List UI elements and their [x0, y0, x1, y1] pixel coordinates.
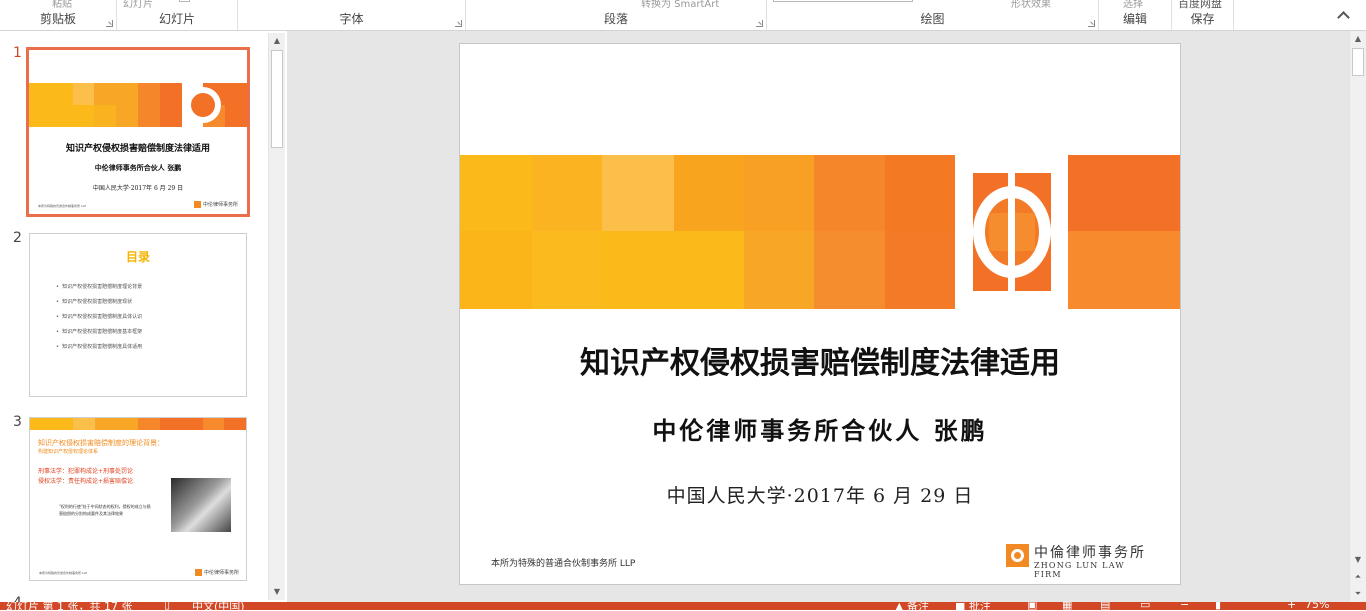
- language-indicator[interactable]: 中文(中国): [192, 602, 245, 610]
- slide-thumbnail-3[interactable]: 知识产权侵权损害赔偿制度的理论背景： 构建知识产权侵权理论体系 刑事法学：犯罪构…: [29, 417, 247, 581]
- ribbon-group-label: 编辑: [1122, 12, 1147, 26]
- scrollbar-thumb[interactable]: [1352, 48, 1364, 76]
- previous-slide-icon[interactable]: ⏶: [1350, 569, 1366, 585]
- scroll-down-icon[interactable]: ▼: [269, 584, 285, 600]
- list-item: • 知识产权侵权损害赔偿制度理论背景: [56, 284, 143, 290]
- ribbon-group-paragraph: 转换为 SmartArt 段落: [466, 0, 767, 30]
- thumb-footer: 本所为特殊的普通合伙制事务所 LLP: [39, 571, 88, 575]
- scroll-down-icon[interactable]: ▼: [1350, 552, 1366, 568]
- new-slide-label[interactable]: 幻灯片: [123, 0, 153, 10]
- paragraph-launcher-icon[interactable]: [756, 20, 763, 27]
- ribbon-group-clipboard: 粘贴 剪贴板: [0, 0, 117, 30]
- list-item: • 知识产权侵权损害赔偿制度具体适用: [56, 344, 143, 350]
- ribbon-group-label: 绘图: [920, 12, 945, 26]
- title-banner: [460, 155, 1180, 309]
- thumb-heading: 知识产权侵权损害赔偿制度的理论背景：: [38, 439, 164, 447]
- slide-sorter-icon[interactable]: ▦: [1062, 602, 1072, 610]
- thumb-footer: 本所为特殊的普通合伙制事务所 LLP: [38, 204, 87, 208]
- slideshow-icon[interactable]: ▭: [1140, 602, 1150, 610]
- editor-scrollbar[interactable]: ▲ ▼ ⏶ ⏷: [1349, 31, 1366, 602]
- thumb-firm-logo-icon: [195, 569, 202, 576]
- ribbon-group-label: 保存: [1190, 12, 1215, 26]
- current-slide[interactable]: 知识产权侵权损害赔偿制度法律适用 中伦律师事务所合伙人 张鹏 中国人民大学·20…: [459, 43, 1181, 585]
- slide-number: 3: [13, 414, 22, 430]
- thumb-title: 知识产权侵权损害赔偿制度法律适用: [65, 144, 210, 154]
- zoom-slider[interactable]: ▮: [1215, 602, 1221, 610]
- ribbon-group-editing: 选择 编辑: [1099, 0, 1172, 30]
- scroll-up-icon[interactable]: ▲: [1350, 31, 1366, 47]
- slide-title[interactable]: 知识产权侵权损害赔偿制度法律适用: [460, 338, 1180, 382]
- ribbon-group-label: 段落: [603, 12, 628, 26]
- slide-number: 2: [13, 230, 22, 246]
- thumbnail-scrollbar[interactable]: ▲ ▼: [268, 33, 285, 600]
- slide-counter: 幻灯片 第 1 张，共 17 张: [6, 602, 133, 610]
- next-slide-icon[interactable]: ⏷: [1350, 586, 1366, 602]
- thumb-quote: "权利的行使"处于中间状态的权利，侵权的成立与损害赔偿的分别构成要件及其法律效果: [59, 504, 151, 516]
- ribbon-group-save: 百度网盘 保存: [1172, 0, 1234, 30]
- smartart-button[interactable]: 转换为 SmartArt: [641, 0, 719, 10]
- slide-thumbnail-1[interactable]: 知识产权侵权损害赔偿制度法律适用 中伦律师事务所合伙人 张鹏 中国人民大学·20…: [26, 47, 250, 217]
- slide-date[interactable]: 中国人民大学·2017年 6 月 29 日: [460, 481, 1180, 508]
- shape-effects-button[interactable]: 形状效果: [1011, 0, 1051, 10]
- ribbon-group-drawing: 形状效果 绘图: [767, 0, 1099, 30]
- slide-footer[interactable]: 本所为特殊的普通合伙制事务所 LLP: [491, 556, 635, 569]
- firm-logo-en: ZHONG LUN LAW FIRM: [1034, 561, 1125, 579]
- thumb-subtitle: 中伦律师事务所合伙人 张鹏: [94, 163, 182, 172]
- firm-logo-icon: [1006, 544, 1029, 567]
- collapse-ribbon-icon[interactable]: [1337, 11, 1350, 24]
- slide-thumbnail-2[interactable]: 目录 • 知识产权侵权损害赔偿制度理论背景 • 知识产权侵权损害赔偿制度现状 •…: [29, 233, 247, 397]
- comments-button[interactable]: ■ 批注: [955, 602, 991, 610]
- scroll-up-icon[interactable]: ▲: [269, 33, 285, 49]
- thumb-banner: [30, 418, 246, 430]
- slide-thumbnail-pane: 1 知识产权侵权损害赔偿制度法律适用 中伦律师事务所合伙人 张鹏 中国人民大学·…: [0, 31, 286, 611]
- list-item: • 知识产权侵权损害赔偿制度现状: [56, 299, 133, 305]
- notes-button[interactable]: ▲ 备注: [895, 602, 929, 610]
- list-item: • 知识产权侵权损害赔偿制度具体认识: [56, 314, 143, 320]
- ribbon-group-label: 剪贴板: [39, 12, 76, 26]
- zoom-level[interactable]: 75%: [1305, 602, 1329, 610]
- firm-logo-cn: 中倫律师事务所: [1034, 545, 1146, 561]
- thumb-line: 刑事法学：犯罪构成论+刑事处罚论: [38, 468, 134, 475]
- firm-logo: 中倫律师事务所 ZHONG LUN LAW FIRM: [1006, 544, 1154, 579]
- ribbon-group-label: 幻灯片: [158, 12, 195, 26]
- clipboard-launcher-icon[interactable]: [106, 20, 113, 27]
- thumb-photo: [171, 478, 231, 532]
- reading-view-icon[interactable]: ▤: [1100, 602, 1110, 610]
- thumb-title: 目录: [125, 250, 150, 264]
- ribbon-group-font: 字体: [238, 0, 466, 30]
- layout-icon[interactable]: [179, 0, 190, 2]
- thumb-date: 中国人民大学·2017年 6 月 29 日: [92, 185, 184, 192]
- thumb-line: 侵权法学：责任构成论+损害赔偿论: [38, 478, 134, 485]
- paste-sub-label[interactable]: 粘贴: [52, 0, 72, 10]
- list-item: • 知识产权侵权损害赔偿制度基本框架: [56, 329, 143, 335]
- slide-subtitle[interactable]: 中伦律师事务所合伙人 张鹏: [460, 411, 1180, 446]
- zoom-out-icon[interactable]: −: [1180, 602, 1189, 610]
- thumb-firm-logo: 中伦律师事务所: [204, 570, 240, 576]
- font-launcher-icon[interactable]: [455, 20, 462, 27]
- thumb-firm-logo-icon: [194, 201, 201, 208]
- zoom-in-icon[interactable]: +: [1287, 602, 1296, 610]
- status-bar: 幻灯片 第 1 张，共 17 张 ▯ 中文(中国) ▲ 备注 ■ 批注 ▣ ▦ …: [0, 602, 1366, 610]
- ribbon: 粘贴 剪贴板 幻灯片 幻灯片 字体 转换为 SmartArt 段落 形状效果 绘…: [0, 0, 1366, 31]
- slide-editor: 知识产权侵权损害赔偿制度法律适用 中伦律师事务所合伙人 张鹏 中国人民大学·20…: [287, 31, 1366, 602]
- ribbon-group-slides: 幻灯片 幻灯片: [117, 0, 238, 30]
- thumb-subheading: 构建知识产权侵权理论体系: [38, 449, 99, 455]
- thumb-toc-list: • 知识产权侵权损害赔偿制度理论背景 • 知识产权侵权损害赔偿制度现状 • 知识…: [56, 280, 142, 355]
- thumb-logo-icon: [185, 87, 221, 123]
- select-button[interactable]: 选择: [1123, 0, 1143, 10]
- scrollbar-thumb[interactable]: [271, 50, 283, 148]
- thumb-firm-logo: 中伦律师事务所: [203, 202, 239, 208]
- slide-number: 1: [13, 45, 22, 61]
- proofing-icon[interactable]: ▯: [164, 602, 170, 610]
- ribbon-group-label: 字体: [339, 12, 364, 26]
- normal-view-icon[interactable]: ▣: [1027, 602, 1037, 610]
- drawing-launcher-icon[interactable]: [1088, 20, 1095, 27]
- shape-gallery[interactable]: [773, 0, 913, 2]
